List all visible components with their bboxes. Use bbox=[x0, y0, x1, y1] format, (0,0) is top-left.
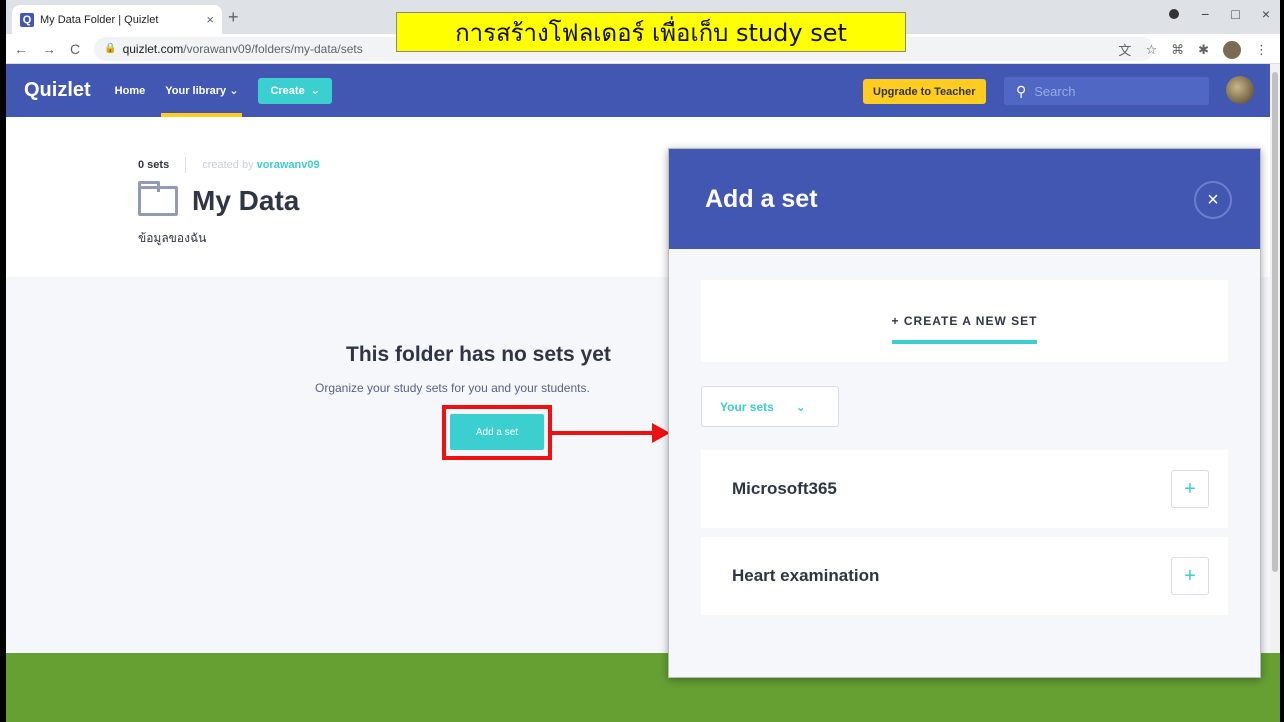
search-icon: ⚲ bbox=[1016, 82, 1027, 99]
recording-icon[interactable] bbox=[1169, 9, 1180, 19]
empty-state-subtitle: Organize your study sets for you and you… bbox=[315, 381, 590, 395]
creator-link[interactable]: vorawanv09 bbox=[257, 159, 320, 171]
close-icon[interactable]: × bbox=[1194, 181, 1232, 219]
folder-name: My Data bbox=[192, 185, 300, 216]
annotation-arrow-line bbox=[552, 431, 656, 435]
puzzle-icon[interactable]: ✱ bbox=[1198, 42, 1209, 58]
browser-tab[interactable]: Q My Data Folder | Quizlet × bbox=[12, 5, 222, 34]
folder-meta: 0 sets created by vorawanv09 bbox=[138, 157, 320, 173]
tab-title: My Data Folder | Quizlet bbox=[40, 13, 159, 26]
search-placeholder: Search bbox=[1034, 83, 1076, 99]
quizlet-favicon-icon: Q bbox=[20, 12, 34, 27]
modal-title: Add a set bbox=[705, 184, 818, 213]
menu-kebab-icon[interactable]: ⋮ bbox=[1255, 42, 1268, 58]
back-button[interactable]: ← bbox=[14, 41, 28, 57]
add-set-plus-button[interactable]: + bbox=[1171, 557, 1209, 595]
set-name: Heart examination bbox=[732, 566, 880, 585]
forward-button[interactable]: → bbox=[42, 41, 56, 57]
divider bbox=[185, 157, 187, 173]
set-count: 0 sets bbox=[138, 159, 170, 171]
chevron-down-icon: ⌄ bbox=[226, 85, 239, 97]
created-by-label: created by bbox=[202, 159, 254, 171]
search-input[interactable]: ⚲ Search bbox=[1004, 77, 1209, 105]
translate-icon[interactable]: 文 bbox=[1118, 40, 1131, 59]
sets-filter-dropdown[interactable]: Your sets ⌄ bbox=[701, 386, 839, 427]
nav-your-library-label: Your library bbox=[165, 84, 227, 97]
nav-your-library[interactable]: Your library ⌄ bbox=[161, 64, 243, 117]
modal-header: Add a set × bbox=[669, 149, 1260, 249]
window-close-button[interactable]: × bbox=[1262, 6, 1270, 22]
url-host: quizlet.com bbox=[122, 41, 184, 56]
toolbar-icons: 文 ☆ ⌘ ✱ ⋮ bbox=[1118, 40, 1268, 59]
create-new-set-link[interactable]: + CREATE A NEW SET bbox=[891, 314, 1038, 344]
scrollbar-thumb[interactable] bbox=[1272, 72, 1278, 572]
add-set-plus-button[interactable]: + bbox=[1171, 470, 1209, 508]
set-name: Microsoft365 bbox=[732, 479, 837, 498]
url-path: /vorawanv09/folders/my-data/sets bbox=[183, 41, 363, 56]
minimize-button[interactable]: − bbox=[1201, 6, 1209, 22]
sets-filter-label: Your sets bbox=[720, 399, 774, 414]
bookmark-star-icon[interactable]: ☆ bbox=[1145, 42, 1157, 58]
new-tab-button[interactable]: + bbox=[228, 7, 239, 28]
create-button[interactable]: Create ⌄ bbox=[258, 77, 332, 104]
chevron-down-icon: ⌄ bbox=[795, 399, 806, 414]
quizlet-navbar: Quizlet Home Your library ⌄ Create ⌄ Upg… bbox=[6, 64, 1280, 117]
maximize-button[interactable]: □ bbox=[1231, 6, 1239, 22]
add-set-modal: Add a set × + CREATE A NEW SET Your sets… bbox=[668, 148, 1261, 678]
browser-window: Q My Data Folder | Quizlet × + − □ × ← →… bbox=[6, 0, 1280, 722]
folder-icon bbox=[138, 181, 178, 216]
nav-home[interactable]: Home bbox=[115, 64, 146, 117]
lock-icon: 🔒 bbox=[104, 43, 117, 54]
folder-description: ข้อมูลของฉัน bbox=[138, 231, 207, 245]
window-controls: − □ × bbox=[1169, 6, 1270, 22]
create-new-set-card[interactable]: + CREATE A NEW SET bbox=[701, 280, 1228, 362]
reload-button[interactable]: C bbox=[70, 41, 80, 57]
user-avatar[interactable] bbox=[1226, 76, 1254, 104]
upgrade-button[interactable]: Upgrade to Teacher bbox=[863, 79, 986, 104]
folder-title-row: My Data bbox=[138, 181, 300, 217]
page-scrollbar[interactable] bbox=[1270, 64, 1280, 653]
create-label: Create bbox=[270, 84, 305, 97]
extension-icon[interactable]: ⌘ bbox=[1171, 42, 1184, 58]
add-set-button[interactable]: Add a set bbox=[450, 414, 544, 450]
chevron-down-icon: ⌄ bbox=[310, 85, 320, 97]
instruction-banner: การสร้างโฟลเดอร์ เพื่อเก็บ study set bbox=[396, 12, 906, 52]
empty-state-title: This folder has no sets yet bbox=[346, 343, 611, 366]
tab-close-icon[interactable]: × bbox=[206, 12, 214, 27]
set-list-item: Microsoft365 + bbox=[701, 450, 1228, 528]
set-list-item: Heart examination + bbox=[701, 537, 1228, 615]
profile-avatar[interactable] bbox=[1223, 40, 1241, 59]
quizlet-logo[interactable]: Quizlet bbox=[24, 79, 91, 102]
